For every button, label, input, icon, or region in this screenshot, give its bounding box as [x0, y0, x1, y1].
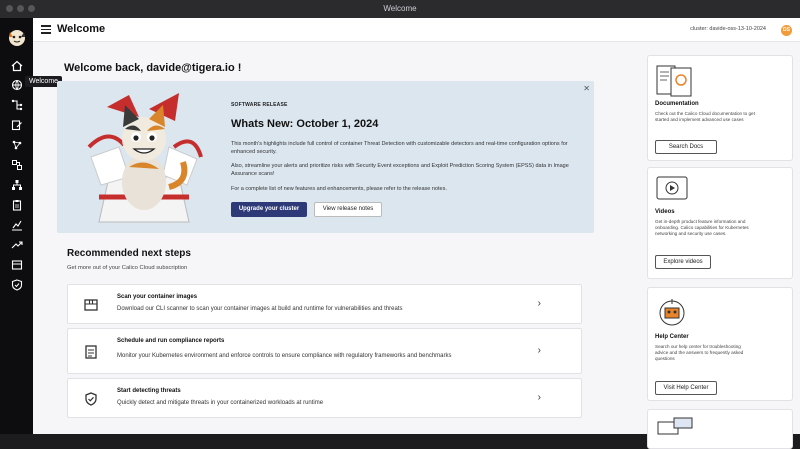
banner-paragraph: For a complete list of new features and …	[231, 186, 447, 192]
video-player-icon	[655, 174, 689, 204]
documentation-card: Documentation Check out the Calico Cloud…	[647, 55, 793, 161]
calico-logo[interactable]	[6, 26, 28, 48]
hierarchy-icon[interactable]	[9, 177, 24, 192]
card-title: Start detecting threats	[117, 388, 181, 394]
explore-videos-button[interactable]: Explore videos	[655, 255, 711, 269]
help-center-robot-icon	[655, 296, 689, 330]
calico-mascot-illustration	[79, 87, 209, 227]
resources-column: Documentation Check out the Calico Cloud…	[647, 53, 793, 449]
chevron-right-icon: ›	[537, 298, 541, 309]
additional-resource-card	[647, 409, 793, 449]
policy-edit-icon[interactable]	[9, 117, 24, 132]
home-icon[interactable]	[9, 58, 24, 73]
main-content: Welcome back, davide@tigera.io ! ✕ SOFTW…	[33, 43, 643, 434]
globe-icon[interactable]	[9, 77, 24, 92]
banner-paragraph: Also, streamline your alerts and priorit…	[231, 163, 569, 177]
view-release-notes-button[interactable]: View release notes	[314, 202, 382, 217]
app-window: Welcome Welcome Welcome cluster: davide-…	[0, 0, 800, 449]
search-docs-button[interactable]: Search Docs	[655, 140, 717, 154]
chevron-right-icon: ›	[537, 345, 541, 356]
user-avatar[interactable]: DS	[781, 25, 792, 36]
close-window-icon[interactable]	[6, 5, 13, 12]
recommended-subtitle: Get more out of your Calico Cloud subscr…	[67, 265, 188, 271]
videos-card: Videos Get in-depth product feature info…	[647, 167, 793, 279]
package-icon	[83, 297, 99, 313]
chat-illustration-icon	[656, 416, 696, 436]
recommended-card-threats[interactable]: Start detecting threats Quickly detect a…	[67, 378, 582, 418]
shield-check-icon	[83, 391, 99, 407]
analytics-icon[interactable]	[9, 217, 24, 232]
videos-description: Get in-depth product feature information…	[655, 219, 749, 236]
welcome-heading: Welcome back, davide@tigera.io !	[64, 62, 242, 74]
menu-icon[interactable]	[41, 25, 51, 34]
recommended-card-compliance[interactable]: Schedule and run compliance reports Moni…	[67, 328, 582, 374]
sidebar: Welcome	[0, 18, 63, 434]
shield-icon[interactable]	[9, 277, 24, 292]
container-icon[interactable]	[9, 257, 24, 272]
documentation-title: Documentation	[655, 101, 699, 107]
trending-icon[interactable]	[9, 237, 24, 252]
help-center-card: Help Center Search our help center for t…	[647, 287, 793, 401]
visit-help-center-button[interactable]: Visit Help Center	[655, 381, 717, 395]
card-description: Quickly detect and mitigate threats in y…	[117, 400, 324, 406]
cluster-selector[interactable]: cluster: davide-oss-13-10-2024	[690, 26, 766, 32]
release-banner: ✕ SOFTWARE RELEASE Whats New: October 1,…	[57, 81, 594, 233]
checklist-icon	[83, 344, 99, 360]
card-description: Download our CLI scanner to scan your co…	[117, 306, 403, 312]
top-header: Welcome cluster: davide-oss-13-10-2024 D…	[33, 18, 800, 42]
chevron-right-icon: ›	[537, 392, 541, 403]
card-title: Schedule and run compliance reports	[117, 338, 225, 344]
clipboard-icon[interactable]	[9, 197, 24, 212]
card-description: Monitor your Kubernetes environment and …	[117, 353, 452, 359]
card-title: Scan your container images	[117, 294, 198, 300]
help-center-title: Help Center	[655, 334, 689, 340]
documentation-illustration-icon	[655, 64, 695, 98]
minimize-window-icon[interactable]	[17, 5, 24, 12]
banner-paragraph: This month's highlights include full con…	[231, 141, 568, 155]
topology-icon[interactable]	[9, 137, 24, 152]
videos-title: Videos	[655, 209, 675, 215]
page-title: Welcome	[57, 23, 106, 35]
help-center-description: Search our help center for troubleshooti…	[655, 344, 744, 361]
network-flow-icon[interactable]	[9, 97, 24, 112]
recommended-title: Recommended next steps	[67, 248, 191, 259]
upgrade-cluster-button[interactable]: Upgrade your cluster	[231, 202, 307, 217]
window-titlebar: Welcome	[0, 0, 800, 18]
window-title: Welcome	[383, 4, 417, 13]
banner-title: Whats New: October 1, 2024	[231, 118, 379, 130]
zoom-window-icon[interactable]	[28, 5, 35, 12]
documentation-description: Check out the Calico Cloud documentation…	[655, 111, 755, 122]
endpoints-icon[interactable]	[9, 157, 24, 172]
banner-tag: SOFTWARE RELEASE	[231, 102, 288, 108]
recommended-card-scan[interactable]: Scan your container images Download our …	[67, 284, 582, 324]
close-banner-icon[interactable]: ✕	[583, 84, 590, 93]
